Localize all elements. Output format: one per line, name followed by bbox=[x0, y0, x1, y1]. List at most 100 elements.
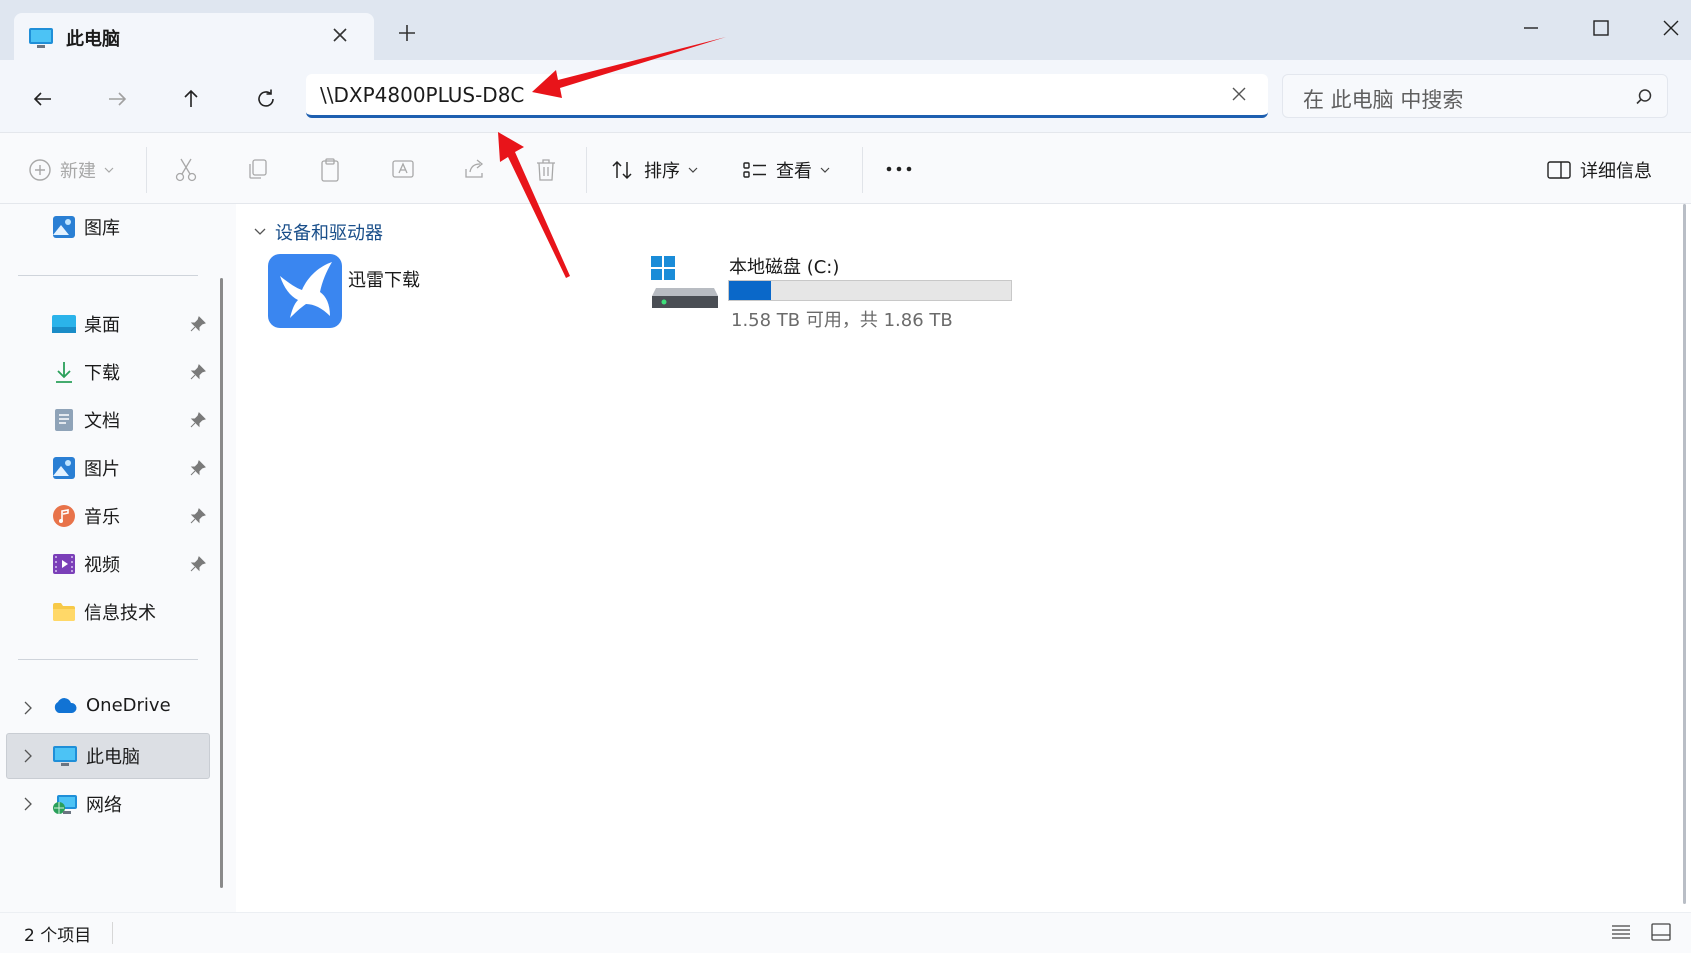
search-icon[interactable] bbox=[1635, 88, 1653, 106]
forward-button[interactable] bbox=[99, 81, 135, 117]
details-pane-button[interactable]: 详细信息 bbox=[1546, 157, 1652, 183]
new-tab-button[interactable] bbox=[396, 22, 418, 44]
chevron-right-icon[interactable] bbox=[22, 796, 34, 812]
delete-button[interactable] bbox=[534, 157, 558, 183]
refresh-button[interactable] bbox=[248, 81, 284, 117]
xunlei-icon bbox=[268, 254, 342, 328]
tab-title: 此电脑 bbox=[66, 29, 120, 50]
sidebar-divider bbox=[18, 659, 198, 660]
chevron-right-icon[interactable] bbox=[22, 748, 34, 764]
new-button[interactable]: 新建 bbox=[28, 157, 114, 183]
sidebar-item-label: 此电脑 bbox=[86, 747, 140, 768]
clipboard-icon bbox=[318, 157, 342, 183]
rename-button[interactable] bbox=[390, 157, 416, 181]
pin-icon[interactable] bbox=[190, 316, 206, 332]
sidebar-item-gallery[interactable]: 图库 bbox=[52, 214, 120, 240]
sidebar-item-label: 信息技术 bbox=[84, 603, 156, 624]
tiles-view-icon[interactable] bbox=[1650, 922, 1672, 942]
details-pane-icon bbox=[1546, 159, 1572, 181]
back-button[interactable] bbox=[25, 81, 61, 117]
item-xunlei-download[interactable]: 迅雷下载 bbox=[268, 254, 648, 334]
video-icon bbox=[52, 552, 76, 576]
sidebar-item-label: 图片 bbox=[84, 459, 120, 480]
sidebar-item-this-pc[interactable]: 此电脑 bbox=[52, 743, 140, 769]
computer-icon bbox=[28, 26, 54, 50]
copy-button[interactable] bbox=[246, 157, 270, 181]
sidebar-item-network[interactable]: 网络 bbox=[52, 791, 122, 817]
sidebar-scrollbar[interactable] bbox=[220, 278, 223, 888]
sidebar-item-label: 文档 bbox=[84, 411, 120, 432]
status-separator bbox=[112, 922, 113, 944]
sidebar-item-label: 网络 bbox=[86, 795, 122, 816]
windows-drive-icon[interactable] bbox=[650, 254, 720, 314]
copy-icon bbox=[246, 157, 270, 181]
search-input[interactable]: 在 此电脑 中搜索 bbox=[1303, 84, 1463, 114]
plus-circle-icon bbox=[28, 158, 52, 182]
address-bar[interactable]: \\DXP4800PLUS-D8C bbox=[306, 74, 1268, 118]
group-title: 设备和驱动器 bbox=[275, 223, 383, 244]
desktop-icon bbox=[52, 314, 76, 334]
address-input[interactable]: \\DXP4800PLUS-D8C bbox=[320, 83, 524, 107]
chevron-down-icon bbox=[104, 165, 114, 175]
up-button[interactable] bbox=[173, 81, 209, 117]
share-icon bbox=[462, 157, 488, 181]
new-label: 新建 bbox=[60, 161, 96, 182]
search-box[interactable]: 在 此电脑 中搜索 bbox=[1282, 74, 1668, 118]
drive-space-text: 1.58 TB 可用，共 1.86 TB bbox=[731, 310, 953, 331]
minimize-button[interactable] bbox=[1506, 10, 1556, 46]
music-icon bbox=[52, 504, 76, 528]
sidebar-divider bbox=[18, 275, 198, 276]
onedrive-icon bbox=[52, 697, 78, 715]
sidebar-item-label: 下载 bbox=[84, 363, 120, 384]
sidebar-item-onedrive[interactable]: OneDrive bbox=[52, 695, 171, 716]
close-window-button[interactable] bbox=[1646, 10, 1691, 46]
chevron-down-icon bbox=[820, 165, 830, 175]
sort-button[interactable]: 排序 bbox=[610, 157, 698, 183]
view-button[interactable]: 查看 bbox=[742, 157, 830, 183]
more-icon bbox=[884, 157, 914, 181]
content-scrollbar[interactable] bbox=[1683, 204, 1686, 904]
sidebar-item-videos[interactable]: 视频 bbox=[52, 551, 120, 577]
clear-address-icon[interactable] bbox=[1230, 85, 1248, 103]
details-label: 详细信息 bbox=[1580, 161, 1652, 182]
pin-icon[interactable] bbox=[190, 364, 206, 380]
pin-icon[interactable] bbox=[190, 460, 206, 476]
sidebar-item-label: 视频 bbox=[84, 555, 120, 576]
pin-icon[interactable] bbox=[190, 508, 206, 524]
sidebar-item-pictures[interactable]: 图片 bbox=[52, 455, 120, 481]
maximize-button[interactable] bbox=[1576, 10, 1626, 46]
paste-button[interactable] bbox=[318, 157, 342, 183]
tab-this-pc[interactable]: 此电脑 bbox=[14, 13, 374, 60]
scissors-icon bbox=[174, 157, 198, 183]
chevron-down-icon bbox=[253, 227, 267, 237]
pin-icon[interactable] bbox=[190, 556, 206, 572]
drive-usage-fill bbox=[729, 281, 772, 300]
sidebar-item-downloads[interactable]: 下载 bbox=[52, 359, 120, 385]
chevron-down-icon bbox=[688, 165, 698, 175]
group-header-devices[interactable]: 设备和驱动器 bbox=[253, 219, 383, 245]
sidebar-item-music[interactable]: 音乐 bbox=[52, 503, 120, 529]
toolbar-separator bbox=[586, 147, 587, 193]
network-icon bbox=[52, 792, 78, 816]
view-label: 查看 bbox=[776, 161, 812, 182]
cut-button[interactable] bbox=[174, 157, 198, 183]
close-tab-icon[interactable] bbox=[330, 25, 350, 45]
sidebar-item-folder[interactable]: 信息技术 bbox=[52, 599, 156, 625]
download-icon bbox=[52, 360, 76, 384]
pin-icon[interactable] bbox=[190, 412, 206, 428]
drive-label[interactable]: 本地磁盘 (C:) bbox=[729, 253, 839, 279]
item-label: 迅雷下载 bbox=[348, 270, 420, 291]
chevron-right-icon[interactable] bbox=[22, 700, 34, 716]
toolbar-separator bbox=[146, 147, 147, 193]
share-button[interactable] bbox=[462, 157, 488, 181]
details-view-icon[interactable] bbox=[1610, 922, 1632, 942]
sidebar-item-desktop[interactable]: 桌面 bbox=[52, 311, 120, 337]
item-count: 2 个项目 bbox=[24, 926, 92, 946]
toolbar-separator bbox=[862, 147, 863, 193]
sidebar-item-label: 音乐 bbox=[84, 507, 120, 528]
more-options-button[interactable] bbox=[884, 157, 914, 181]
sort-icon bbox=[610, 158, 636, 182]
sort-label: 排序 bbox=[644, 161, 680, 182]
sidebar-item-documents[interactable]: 文档 bbox=[52, 407, 120, 433]
sidebar-item-label: 图库 bbox=[84, 218, 120, 239]
